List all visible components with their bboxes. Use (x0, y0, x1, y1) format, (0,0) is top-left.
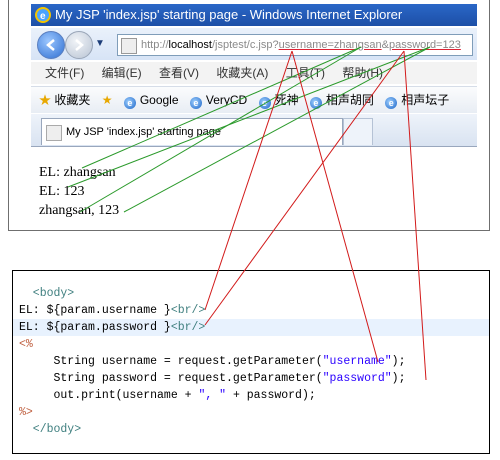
code-line: out.print(username + ", " + password); (19, 389, 316, 402)
menu-bar: 文件(F) 编辑(E) 查看(V) 收藏夹(A) 工具(T) 帮助(H) (31, 62, 477, 84)
window-title: My JSP 'index.jsp' starting page - Windo… (55, 7, 403, 22)
ie-page-icon: e (123, 97, 136, 109)
url-param-username: username=zhangsan (278, 39, 382, 51)
arrow-left-icon (46, 39, 55, 51)
ie-page-icon: e (385, 97, 398, 109)
star-icon: ★ (39, 93, 52, 107)
url-host: localhost (168, 39, 212, 51)
bookmark-xiangsheng-hutong[interactable]: e 相声胡同 (309, 87, 374, 113)
menu-help[interactable]: 帮助(H) (342, 62, 383, 84)
bookmark-verycd[interactable]: e VeryCD (189, 87, 247, 113)
arrow-right-icon (75, 39, 84, 51)
code-line: <% (19, 338, 33, 351)
new-tab-button[interactable] (343, 118, 373, 145)
url-param-password: password=123 (388, 39, 461, 51)
code-line: String username = request.getParameter("… (19, 355, 406, 368)
add-favorite-icon[interactable]: ★ (102, 87, 113, 113)
jsp-source-code: <body> EL: ${param.username }<br/> EL: ${p… (13, 285, 489, 438)
tab-jsp-page[interactable]: My JSP 'index.jsp' starting page (41, 118, 343, 145)
bookmark-sishen[interactable]: e 死神 (258, 87, 299, 113)
favorites-button[interactable]: ★ 收藏夹 (39, 87, 90, 113)
page-icon (121, 38, 137, 54)
url-path: /jsptest/c.jsp? (211, 39, 279, 51)
menu-edit[interactable]: 编辑(E) (102, 62, 142, 84)
forward-button[interactable] (65, 31, 93, 59)
address-bar[interactable]: http://localhost/jsptest/c.jsp?username=… (117, 34, 473, 56)
code-line: <body> (19, 287, 75, 300)
menu-view[interactable]: 查看(V) (159, 62, 199, 84)
ie-page-icon: e (258, 97, 271, 109)
code-line: String password = request.getParameter("… (19, 372, 406, 385)
back-button[interactable] (37, 31, 65, 59)
browser-titlebar: e My JSP 'index.jsp' starting page - Win… (31, 4, 477, 26)
output-line: EL: 123 (39, 184, 85, 199)
menu-tools[interactable]: 工具(T) (286, 62, 325, 84)
tab-bar: My JSP 'index.jsp' starting page (31, 114, 477, 147)
code-line: </body> (19, 423, 82, 436)
bookmark-xiangsheng-tanzi[interactable]: e 相声坛子 (385, 87, 449, 113)
favorites-bar: ★ 收藏夹 ★ e Google e VeryCD e 死神 e 相声胡同 e 相声坛子 (31, 86, 477, 113)
code-panel: <body> EL: ${param.username }<br/> EL: ${p… (12, 270, 490, 454)
url-separator: & (381, 39, 389, 51)
bookmark-google[interactable]: e Google (123, 87, 179, 113)
menu-file[interactable]: 文件(F) (45, 62, 84, 84)
navigation-bar: ▼ http://localhost/jsptest/c.jsp?usernam… (31, 28, 477, 60)
output-line: EL: zhangsan (39, 165, 116, 180)
url-scheme: http:// (141, 39, 169, 51)
ie-logo-icon: e (35, 7, 51, 23)
history-dropdown-icon[interactable]: ▼ (95, 38, 105, 49)
page-icon (46, 125, 62, 141)
page-output: EL: zhangsan EL: 123 zhangsan, 123 (39, 163, 119, 220)
code-line: %> (19, 406, 33, 419)
ie-page-icon: e (309, 97, 322, 109)
ie-page-icon: e (189, 97, 202, 109)
code-line: EL: ${param.username }<br/> (19, 304, 206, 317)
menu-favorites[interactable]: 收藏夹(A) (216, 62, 268, 84)
output-line: zhangsan, 123 (39, 203, 120, 218)
browser-panel: e My JSP 'index.jsp' starting page - Win… (8, 0, 490, 231)
svg-text:e: e (40, 11, 46, 22)
code-line: EL: ${param.password }<br/> (13, 319, 489, 336)
